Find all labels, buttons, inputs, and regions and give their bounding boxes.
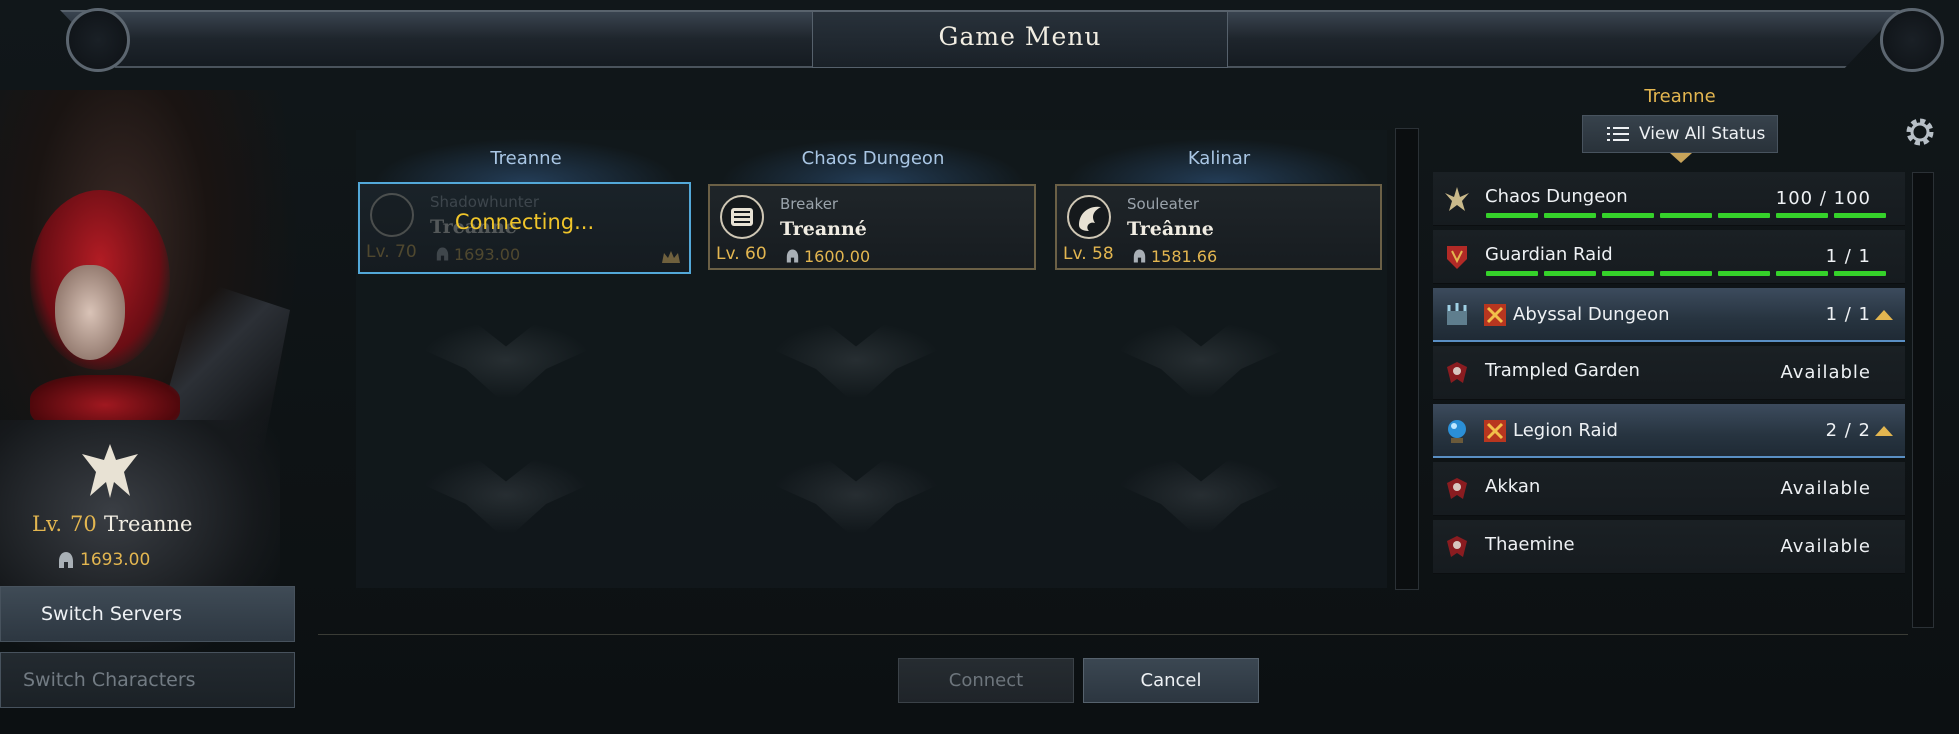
status-row-guardian-raid[interactable]: Guardian Raid 1 / 1 bbox=[1433, 230, 1905, 284]
status-label: Thaemine bbox=[1485, 534, 1575, 555]
status-value: 1 / 1 bbox=[1825, 304, 1871, 325]
status-label: Guardian Raid bbox=[1485, 244, 1613, 265]
character-level: 70 bbox=[70, 512, 97, 536]
list-icon bbox=[1607, 127, 1629, 141]
connect-button[interactable]: Connect bbox=[898, 658, 1074, 703]
card-item-level: 1693.00 bbox=[454, 245, 521, 264]
column-header-server: Treanne bbox=[361, 135, 691, 183]
empty-slot-emblem bbox=[756, 450, 956, 540]
character-item-level: 1693.00 bbox=[80, 550, 151, 570]
cancel-button[interactable]: Cancel bbox=[1083, 658, 1259, 703]
status-label: Trampled Garden bbox=[1485, 360, 1640, 381]
frame-ornament-left bbox=[66, 8, 130, 72]
item-level-helmet-icon bbox=[786, 249, 799, 263]
card-level: Lv. 58 bbox=[1063, 244, 1114, 264]
card-name: Treânne bbox=[1127, 218, 1214, 240]
status-character-name: Treanne bbox=[1644, 86, 1716, 107]
slot-scrollbar[interactable] bbox=[1395, 128, 1419, 590]
status-row-thaemine[interactable]: Thaemine Available bbox=[1433, 520, 1905, 574]
status-label: Chaos Dungeon bbox=[1485, 186, 1628, 207]
connecting-status: Connecting... bbox=[454, 210, 595, 234]
character-card-selected[interactable]: Shadowhunter Treanne Lv. 70 1693.00 Conn… bbox=[358, 182, 691, 274]
empty-slot-emblem bbox=[1101, 450, 1301, 540]
view-all-status-label: View All Status bbox=[1639, 124, 1766, 144]
character-card[interactable]: Breaker Treanné Lv. 60 1600.00 bbox=[708, 184, 1036, 270]
raid-emblem-icon bbox=[1447, 478, 1467, 499]
shadowhunter-class-icon bbox=[82, 444, 138, 498]
status-label: Abyssal Dungeon bbox=[1513, 304, 1670, 325]
progress-bar bbox=[1486, 271, 1886, 276]
guardian-raid-icon bbox=[1447, 246, 1467, 269]
card-class: Breaker bbox=[780, 195, 839, 213]
switch-characters-button[interactable]: Switch Characters bbox=[0, 652, 295, 708]
breaker-class-icon bbox=[720, 195, 764, 239]
chevron-up-icon[interactable] bbox=[1873, 306, 1895, 322]
status-label: Legion Raid bbox=[1513, 420, 1618, 441]
portrait-face bbox=[55, 265, 125, 360]
raid-emblem-icon bbox=[1447, 536, 1467, 557]
item-level-helmet-icon bbox=[436, 247, 449, 261]
card-item-level: 1581.66 bbox=[1151, 247, 1218, 266]
disabled-x-icon bbox=[1484, 420, 1506, 442]
status-value: 2 / 2 bbox=[1825, 420, 1871, 441]
status-row-abyssal-dungeon[interactable]: Abyssal Dungeon 1 / 1 bbox=[1433, 288, 1905, 342]
card-level: Lv. 70 bbox=[366, 242, 417, 262]
character-portrait bbox=[0, 90, 300, 650]
status-row-trampled-garden[interactable]: Trampled Garden Available bbox=[1433, 346, 1905, 400]
status-value: Available bbox=[1780, 478, 1871, 499]
gear-icon[interactable] bbox=[1902, 114, 1938, 150]
empty-slot-emblem bbox=[1101, 315, 1301, 405]
page-title: Game Menu bbox=[938, 22, 1102, 51]
status-label: Akkan bbox=[1485, 476, 1541, 497]
card-name: Treanné bbox=[780, 218, 867, 240]
legion-raid-orb-icon bbox=[1448, 420, 1466, 443]
status-value: Available bbox=[1780, 362, 1871, 383]
column-header-server: Chaos Dungeon bbox=[708, 135, 1038, 183]
empty-slot-emblem bbox=[406, 315, 606, 405]
character-name: Treanne bbox=[104, 512, 193, 536]
progress-bar bbox=[1486, 213, 1886, 218]
column-header-server: Kalinar bbox=[1054, 135, 1384, 183]
card-level: Lv. 60 bbox=[716, 244, 767, 264]
chevron-up-icon[interactable] bbox=[1873, 422, 1895, 438]
crown-icon bbox=[662, 251, 680, 263]
footer-divider bbox=[318, 634, 1908, 635]
disabled-x-icon bbox=[1484, 304, 1506, 326]
status-value: Available bbox=[1780, 536, 1871, 557]
character-card[interactable]: Souleater Treânne Lv. 58 1581.66 bbox=[1055, 184, 1382, 270]
status-scrollbar[interactable] bbox=[1912, 172, 1934, 628]
status-value: 1 / 1 bbox=[1825, 246, 1871, 267]
item-level-helmet-icon bbox=[59, 552, 73, 568]
abyssal-dungeon-icon bbox=[1447, 303, 1467, 325]
status-row-akkan[interactable]: Akkan Available bbox=[1433, 462, 1905, 516]
card-item-level: 1600.00 bbox=[804, 247, 871, 266]
empty-slot-emblem bbox=[406, 450, 606, 540]
raid-emblem-icon bbox=[1447, 362, 1467, 383]
card-class: Souleater bbox=[1127, 195, 1200, 213]
switch-servers-button[interactable]: Switch Servers bbox=[0, 586, 295, 642]
status-value: 100 / 100 bbox=[1775, 188, 1871, 209]
card-class: Shadowhunter bbox=[430, 193, 539, 211]
status-row-legion-raid[interactable]: Legion Raid 2 / 2 bbox=[1433, 404, 1905, 458]
empty-slot-emblem bbox=[756, 315, 956, 405]
chaos-dungeon-icon bbox=[1445, 187, 1469, 211]
status-list: Chaos Dungeon 100 / 100 Guardian Raid 1 … bbox=[1433, 172, 1905, 578]
view-all-status-button[interactable]: View All Status bbox=[1582, 115, 1778, 153]
souleater-class-icon bbox=[1067, 195, 1111, 239]
frame-ornament-right bbox=[1880, 8, 1944, 72]
character-level-label: Lv. bbox=[32, 512, 62, 536]
item-level-helmet-icon bbox=[1133, 249, 1146, 263]
status-row-chaos-dungeon[interactable]: Chaos Dungeon 100 / 100 bbox=[1433, 172, 1905, 226]
